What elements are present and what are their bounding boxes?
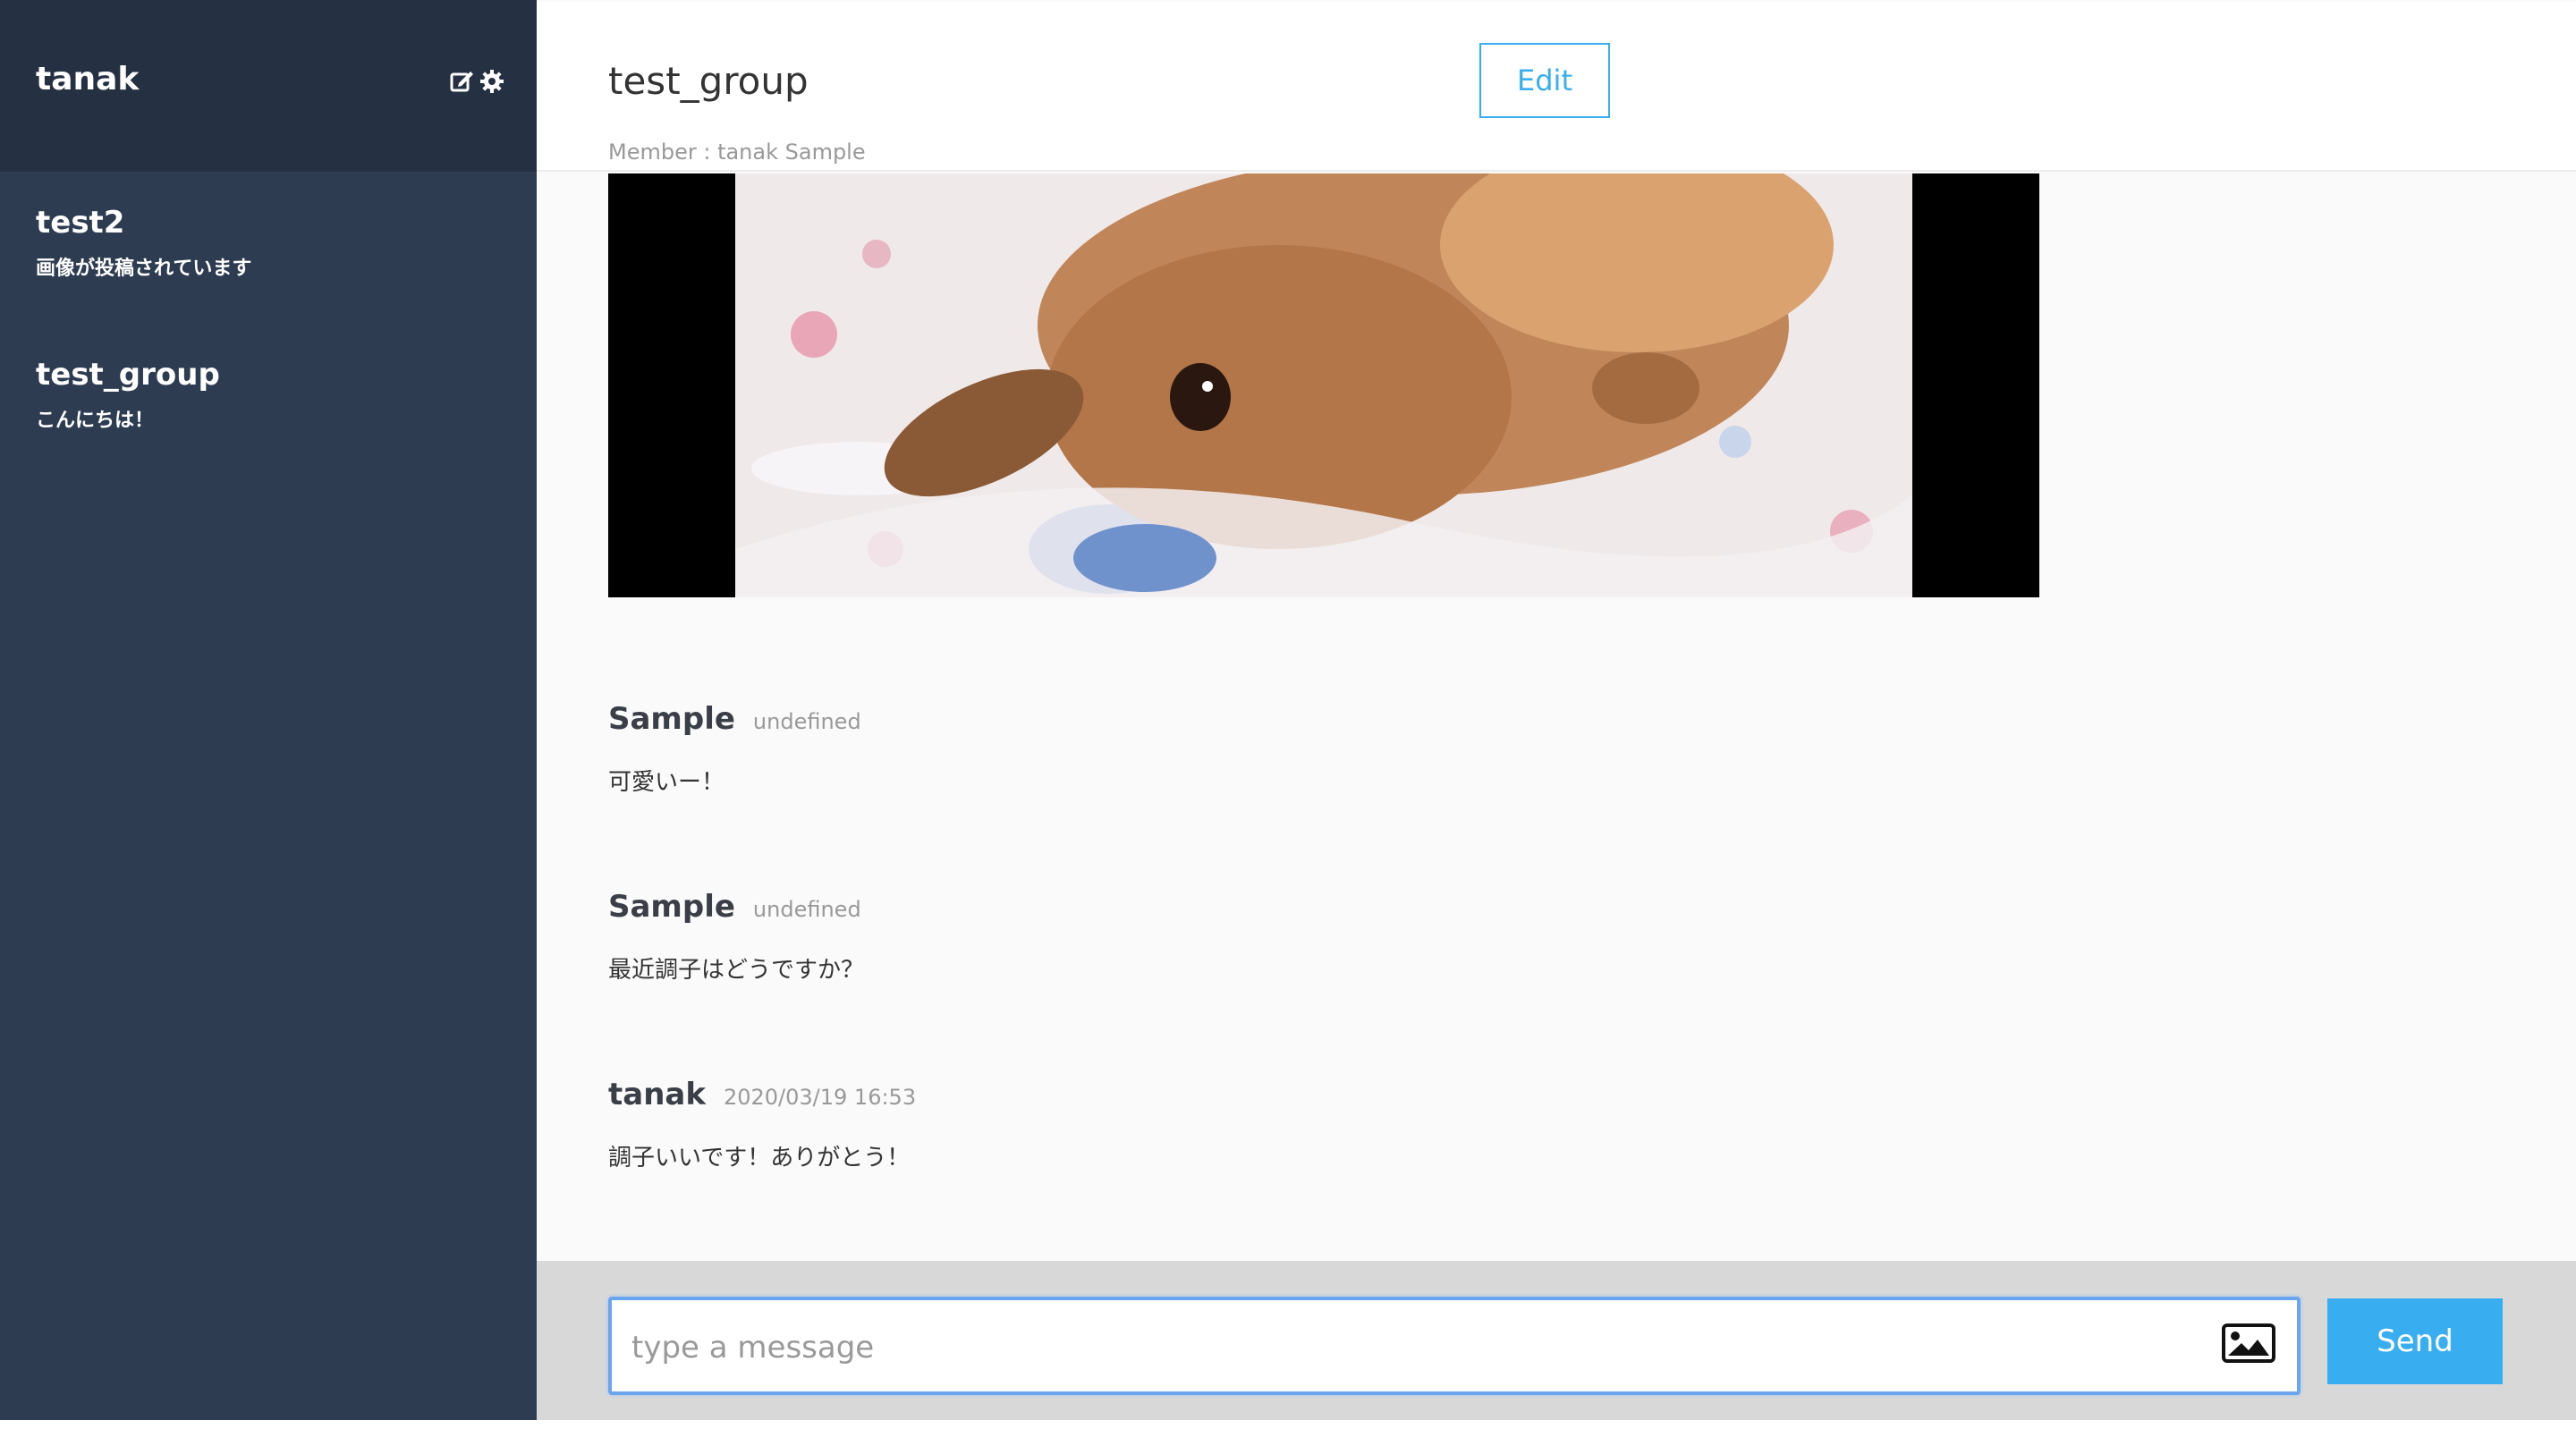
chat-header: test_group Member : tanak Sample Edit (537, 2, 2576, 172)
message-date: 2020/03/19 16:53 (723, 1085, 917, 1110)
message-text: 最近調子はどうですか？ (608, 957, 865, 984)
page-title: test_group (608, 59, 809, 103)
chat-main: test_group Member : tanak Sample Edit Sa… (537, 0, 2576, 1420)
sidebar-icons (449, 68, 504, 98)
group-list: test2 画像が投稿されています test_group こんにちは！ (0, 172, 537, 512)
edit-icon[interactable] (449, 68, 476, 98)
message-input[interactable] (631, 1323, 2152, 1372)
group-name: test_group (36, 357, 220, 393)
message-text: 可愛いー！ (608, 769, 725, 796)
message-item: Sample undefined 可愛いー！ (608, 701, 861, 797)
message-item: tanak 2020/03/19 16:53 調子いいです！ありがとう！ (608, 1077, 916, 1172)
message-user: Sample (608, 889, 735, 925)
group-item-test2[interactable]: test2 画像が投稿されています (0, 207, 537, 359)
send-button[interactable]: Send (2327, 1298, 2503, 1384)
message-form: Send (537, 1261, 2576, 1420)
window-bottom-strip (0, 1420, 2576, 1429)
message-date: undefined (752, 709, 861, 734)
message-date: undefined (752, 897, 861, 922)
message-user: Sample (608, 701, 735, 737)
group-name: test2 (36, 205, 125, 241)
message-user: tanak (608, 1077, 706, 1112)
edit-button[interactable]: Edit (1479, 43, 1610, 118)
group-item-test-group[interactable]: test_group こんにちは！ (0, 359, 537, 512)
current-user-name: tanak (36, 61, 140, 97)
message-text: 調子いいです！ありがとう！ (608, 1145, 911, 1171)
sidebar-header: tanak (0, 0, 537, 172)
group-last-message: 画像が投稿されています (36, 258, 252, 280)
message-list[interactable]: Sample undefined 可愛いー！ Sample undefined … (537, 173, 2576, 1261)
gear-icon[interactable] (479, 68, 504, 98)
message-input-box (608, 1297, 2301, 1395)
member-list: Member : tanak Sample (608, 140, 866, 165)
posted-image (608, 173, 2039, 597)
group-last-message: こんにちは！ (36, 410, 155, 432)
image-upload-icon[interactable] (2222, 1323, 2275, 1366)
message-item: Sample undefined 最近調子はどうですか？ (608, 889, 864, 985)
sidebar: tanak test2 画像が投稿されています test_group こんにちは… (0, 0, 537, 1420)
